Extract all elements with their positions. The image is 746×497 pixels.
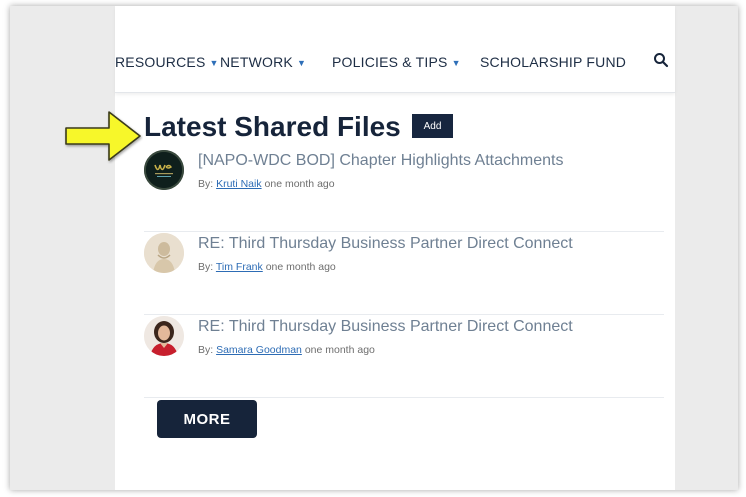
author-link[interactable]: Samara Goodman: [216, 344, 302, 356]
add-file-button[interactable]: Add: [412, 114, 453, 138]
divider: [144, 231, 664, 232]
file-meta: By: Samara Goodman one month ago: [198, 344, 375, 356]
divider: [144, 314, 664, 315]
user-photo: [144, 316, 184, 356]
author-link[interactable]: Tim Frank: [216, 261, 263, 273]
top-navigation: RESOURCES ▼ NETWORK ▼ POLICIES & TIPS ▼ SCH…: [115, 6, 675, 93]
caret-down-icon: ▼: [296, 58, 307, 68]
by-label: By:: [198, 344, 214, 356]
avatar: [144, 150, 184, 190]
file-meta: By: Tim Frank one month ago: [198, 261, 336, 273]
file-title-link[interactable]: RE: Third Thursday Business Partner Dire…: [198, 235, 573, 253]
search-icon[interactable]: [653, 52, 669, 68]
by-label: By:: [198, 178, 214, 190]
file-meta: By: Kruti Naik one month ago: [198, 178, 335, 190]
user-photo: [144, 233, 184, 273]
nav-item-scholarship-fund[interactable]: SCHOLARSHIP FUND: [480, 54, 626, 70]
file-list-item: RE: Third Thursday Business Partner Dire…: [144, 233, 664, 315]
organization-logo: [146, 152, 182, 188]
nav-item-resources[interactable]: RESOURCES ▼: [115, 54, 219, 70]
screenshot-frame: RESOURCES ▼ NETWORK ▼ POLICIES & TIPS ▼ SCH…: [10, 6, 738, 490]
timestamp: one month ago: [265, 261, 336, 273]
yellow-arrow-annotation: [65, 111, 141, 161]
file-list-item: RE: Third Thursday Business Partner Dire…: [144, 316, 664, 398]
timestamp: one month ago: [264, 178, 335, 190]
file-list-item: [NAPO-WDC BOD] Chapter Highlights Attach…: [144, 150, 664, 232]
nav-item-label: POLICIES & TIPS: [332, 54, 448, 70]
avatar: [144, 233, 184, 273]
by-label: By:: [198, 261, 214, 273]
author-link[interactable]: Kruti Naik: [216, 178, 262, 190]
nav-item-label: SCHOLARSHIP FUND: [480, 54, 627, 70]
content-panel: RESOURCES ▼ NETWORK ▼ POLICIES & TIPS ▼ SCH…: [115, 6, 675, 490]
nav-item-policies-tips[interactable]: POLICIES & TIPS ▼: [332, 54, 461, 70]
timestamp: one month ago: [304, 344, 375, 356]
file-title-link[interactable]: RE: Third Thursday Business Partner Dire…: [198, 318, 573, 336]
file-title-link[interactable]: [NAPO-WDC BOD] Chapter Highlights Attach…: [198, 152, 563, 170]
section-title: Latest Shared Files: [144, 111, 401, 142]
caret-down-icon: ▼: [209, 58, 219, 68]
nav-item-label: RESOURCES: [115, 54, 206, 70]
caret-down-icon: ▼: [451, 58, 461, 68]
avatar: [144, 316, 184, 356]
more-button[interactable]: MORE: [157, 400, 257, 438]
nav-item-network[interactable]: NETWORK ▼: [220, 54, 306, 70]
divider: [144, 397, 664, 398]
nav-item-label: NETWORK: [220, 54, 293, 70]
